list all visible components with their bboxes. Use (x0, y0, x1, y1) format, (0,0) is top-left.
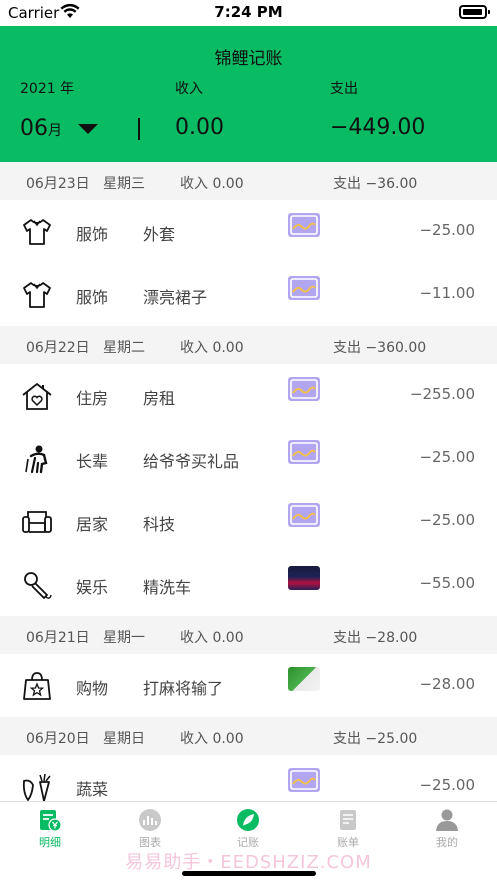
image-thumbnail[interactable] (288, 213, 320, 237)
year-label[interactable]: 2021 年 (20, 78, 74, 98)
transaction-row[interactable]: 娱乐 精洗车 −55.00 (0, 553, 497, 616)
amount-label: −25.00 (419, 448, 475, 466)
category-label: 居家 (76, 515, 109, 534)
transaction-row[interactable]: 长辈 给爷爷买礼品 −25.00 (0, 427, 497, 490)
group-expense: 支出 −360.00 (333, 340, 427, 356)
note-label: 精洗车 (143, 578, 192, 597)
tab-bill[interactable]: 账单 (318, 806, 378, 850)
group-weekday: 星期一 (103, 630, 145, 646)
tab-leaf[interactable]: 记账 (218, 806, 278, 850)
income-total: 0.00 (175, 115, 224, 140)
group-income: 收入 0.00 (180, 176, 244, 192)
summary-header: 锦鲤记账 2021 年 收入 支出 06月 0.00 −449.00 (0, 26, 497, 162)
category-label: 长辈 (76, 452, 109, 471)
image-thumbnail[interactable] (288, 276, 320, 300)
expense-label: 支出 (330, 81, 358, 97)
group-date: 06月22日 (26, 340, 90, 356)
note-label: 打麻将输了 (143, 679, 224, 698)
transaction-row[interactable]: 购物 打麻将输了 −28.00 (0, 654, 497, 717)
image-thumbnail[interactable] (288, 768, 320, 792)
category-label: 服饰 (76, 288, 109, 307)
image-thumbnail[interactable] (288, 667, 320, 691)
leaf-icon (235, 808, 261, 832)
image-thumbnail[interactable] (288, 503, 320, 527)
clock: 7:24 PM (214, 3, 283, 21)
expense-total: −449.00 (330, 115, 426, 140)
transaction-list[interactable]: 06月23日 星期三 收入 0.00 支出 −36.00 服饰 外套 −25.00 服饰 漂亮裙… (0, 162, 497, 818)
amount-label: −255.00 (409, 385, 475, 403)
month-value: 06 (20, 116, 48, 141)
category-label: 住房 (76, 389, 109, 408)
profile-icon (434, 808, 460, 832)
group-expense: 支出 −28.00 (333, 630, 418, 646)
house-icon (20, 380, 54, 412)
tab-chart[interactable]: 图表 (120, 806, 180, 850)
tab-detail[interactable]: 明细 (20, 806, 80, 850)
category-label: 娱乐 (76, 578, 109, 597)
image-thumbnail[interactable] (288, 377, 320, 401)
date-group-header: 06月20日 星期日 收入 0.00 支出 −25.00 (0, 717, 497, 755)
home-indicator (182, 871, 316, 876)
category-label: 服饰 (76, 225, 109, 244)
shirt-icon (20, 216, 54, 248)
month-unit: 月 (48, 123, 62, 139)
note-label: 科技 (143, 515, 176, 534)
amount-label: −25.00 (419, 221, 475, 239)
bill-icon (335, 808, 361, 832)
group-date: 06月23日 (26, 176, 90, 192)
chart-icon (137, 808, 163, 832)
microphone-icon (20, 569, 54, 601)
group-expense: 支出 −36.00 (333, 176, 418, 192)
group-weekday: 星期二 (103, 340, 145, 356)
amount-label: −25.00 (419, 511, 475, 529)
group-weekday: 星期三 (103, 176, 145, 192)
shirt-icon (20, 279, 54, 311)
group-date: 06月21日 (26, 630, 90, 646)
income-label: 收入 (175, 81, 203, 97)
group-expense: 支出 −25.00 (333, 731, 418, 747)
shopping-bag-icon (20, 670, 54, 702)
amount-label: −55.00 (419, 574, 475, 592)
date-group-header: 06月21日 星期一 收入 0.00 支出 −28.00 (0, 616, 497, 654)
sofa-icon (20, 506, 54, 538)
group-income: 收入 0.00 (180, 731, 244, 747)
amount-label: −11.00 (419, 284, 475, 302)
note-label: 外套 (143, 225, 176, 244)
date-group-header: 06月23日 星期三 收入 0.00 支出 −36.00 (0, 162, 497, 200)
transaction-row[interactable]: 服饰 外套 −25.00 (0, 200, 497, 263)
header-divider (138, 118, 140, 140)
transaction-row[interactable]: 服饰 漂亮裙子 −11.00 (0, 263, 497, 326)
image-thumbnail[interactable] (288, 566, 320, 590)
group-weekday: 星期日 (103, 731, 145, 747)
transaction-row[interactable]: 住房 房租 −255.00 (0, 364, 497, 427)
chevron-down-icon[interactable] (78, 124, 98, 134)
transaction-row[interactable]: 居家 科技 −25.00 (0, 490, 497, 553)
tab-profile[interactable]: 我的 (417, 806, 477, 850)
vegetable-icon (20, 771, 54, 803)
amount-label: −25.00 (419, 776, 475, 794)
group-income: 收入 0.00 (180, 630, 244, 646)
month-selector[interactable]: 06月 (20, 116, 62, 141)
note-label: 漂亮裙子 (143, 288, 208, 307)
elder-icon (20, 443, 54, 475)
detail-icon (37, 808, 63, 832)
app-title: 锦鲤记账 (214, 49, 283, 69)
group-income: 收入 0.00 (180, 340, 244, 356)
category-label: 蔬菜 (76, 780, 109, 799)
image-thumbnail[interactable] (288, 440, 320, 464)
amount-label: −28.00 (419, 675, 475, 693)
status-bar: Carrier 7:24 PM (0, 0, 497, 26)
note-label: 给爷爷买礼品 (143, 452, 240, 471)
date-group-header: 06月22日 星期二 收入 0.00 支出 −360.00 (0, 326, 497, 364)
category-label: 购物 (76, 679, 109, 698)
group-date: 06月20日 (26, 731, 90, 747)
battery-icon (459, 5, 490, 19)
note-label: 房租 (143, 389, 176, 408)
